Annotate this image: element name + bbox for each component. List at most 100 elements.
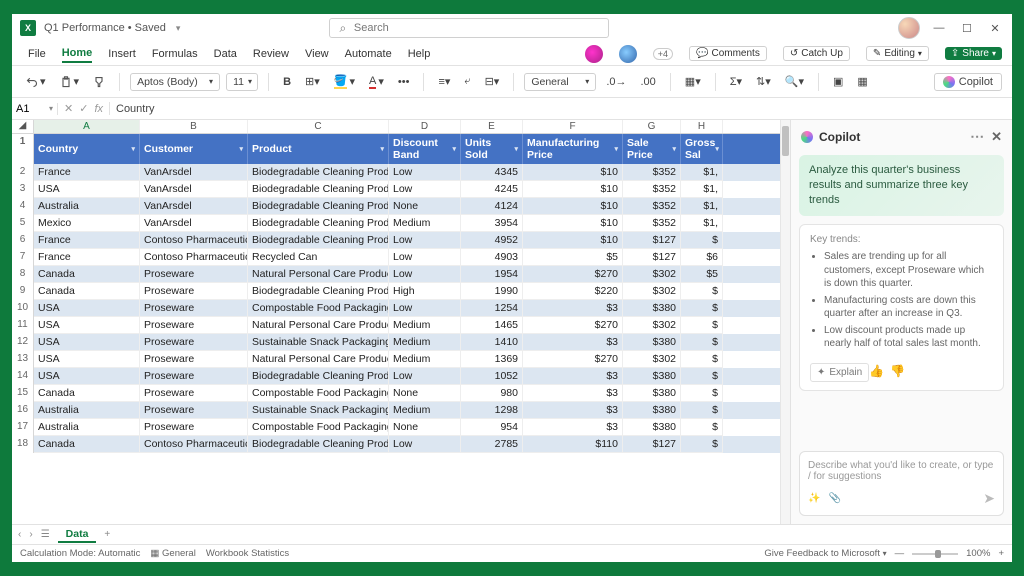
data-cell[interactable]: Recycled Can (248, 249, 389, 266)
thumbs-down-button[interactable]: 👎 (890, 363, 905, 379)
data-cell[interactable]: Proseware (140, 402, 248, 419)
data-cell[interactable]: None (389, 198, 461, 215)
tab-next-button[interactable]: › (29, 529, 32, 540)
data-cell[interactable]: $1, (681, 198, 723, 215)
sheet-body[interactable]: 1Country▾Customer▾Product▾Discount Band▾… (12, 134, 780, 524)
data-cell[interactable]: Proseware (140, 334, 248, 351)
data-cell[interactable]: Low (389, 232, 461, 249)
data-cell[interactable]: Low (389, 300, 461, 317)
data-cell[interactable]: $3 (523, 385, 623, 402)
attach-button[interactable]: 📎 (828, 493, 840, 504)
data-cell[interactable]: $ (681, 368, 723, 385)
formula-input[interactable]: Country (110, 103, 1012, 115)
analyze-data-button[interactable]: ▦ (853, 73, 871, 90)
ribbon-tab-home[interactable]: Home (62, 45, 93, 63)
thumbs-up-button[interactable]: 👍 (869, 363, 884, 379)
copilot-button[interactable]: Copilot (934, 73, 1002, 91)
data-cell[interactable]: $127 (623, 436, 681, 453)
filter-icon[interactable]: ▾ (131, 145, 135, 153)
cancel-formula-button[interactable]: ✕ (64, 102, 73, 115)
data-cell[interactable]: Contoso Pharmaceuticals (140, 232, 248, 249)
data-cell[interactable]: $380 (623, 368, 681, 385)
data-cell[interactable]: None (389, 419, 461, 436)
data-cell[interactable]: Sustainable Snack Packaging (248, 402, 389, 419)
data-cell[interactable]: $1, (681, 215, 723, 232)
row-header[interactable]: 4 (12, 198, 34, 215)
data-cell[interactable]: $302 (623, 351, 681, 368)
data-cell[interactable]: $ (681, 283, 723, 300)
editing-mode-button[interactable]: ✎Editing▾ (866, 46, 929, 61)
header-cell[interactable]: Units Sold▾ (461, 134, 523, 164)
data-cell[interactable]: Australia (34, 402, 140, 419)
data-cell[interactable]: Medium (389, 215, 461, 232)
decrease-decimal-button[interactable]: .00 (637, 74, 660, 90)
data-cell[interactable]: Biodegradable Cleaning Products (248, 215, 389, 232)
row-header[interactable]: 15 (12, 385, 34, 402)
filter-icon[interactable]: ▾ (514, 145, 518, 153)
data-cell[interactable]: Australia (34, 419, 140, 436)
col-header-B[interactable]: B (140, 120, 248, 133)
data-cell[interactable]: 1465 (461, 317, 523, 334)
select-all-cell[interactable]: ◢ (12, 120, 34, 133)
data-cell[interactable]: Proseware (140, 368, 248, 385)
row-header[interactable]: 9 (12, 283, 34, 300)
data-cell[interactable]: Proseware (140, 351, 248, 368)
header-cell[interactable]: Discount Band▾ (389, 134, 461, 164)
data-cell[interactable]: Low (389, 249, 461, 266)
data-cell[interactable]: Mexico (34, 215, 140, 232)
data-cell[interactable]: 4245 (461, 181, 523, 198)
presence-user-1[interactable] (585, 45, 603, 63)
ribbon-tab-formulas[interactable]: Formulas (152, 46, 198, 62)
data-cell[interactable]: Biodegradable Cleaning Products (248, 198, 389, 215)
enter-formula-button[interactable]: ✓ (79, 102, 88, 115)
row-header[interactable]: 18 (12, 436, 34, 453)
header-cell[interactable]: Product▾ (248, 134, 389, 164)
data-cell[interactable]: Biodegradable Cleaning Products (248, 436, 389, 453)
data-cell[interactable]: $270 (523, 317, 623, 334)
more-font-button[interactable]: ••• (394, 74, 414, 90)
data-cell[interactable]: Compostable Food Packaging (248, 385, 389, 402)
data-cell[interactable]: 1298 (461, 402, 523, 419)
data-cell[interactable]: Medium (389, 351, 461, 368)
ribbon-tab-help[interactable]: Help (408, 46, 431, 62)
data-cell[interactable]: 980 (461, 385, 523, 402)
data-cell[interactable]: Medium (389, 334, 461, 351)
row-header[interactable]: 3 (12, 181, 34, 198)
name-box[interactable]: A1▾ (12, 103, 58, 115)
data-cell[interactable]: Natural Personal Care Products (248, 351, 389, 368)
title-dropdown-icon[interactable]: ▾ (176, 23, 181, 34)
data-cell[interactable]: $302 (623, 283, 681, 300)
data-cell[interactable]: Canada (34, 283, 140, 300)
data-cell[interactable]: France (34, 232, 140, 249)
data-cell[interactable]: None (389, 385, 461, 402)
col-header-H[interactable]: H (681, 120, 723, 133)
data-cell[interactable]: Canada (34, 436, 140, 453)
fill-color-button[interactable]: 🪣▾ (330, 72, 359, 91)
data-cell[interactable]: $380 (623, 402, 681, 419)
data-cell[interactable]: Compostable Food Packaging (248, 300, 389, 317)
fx-icon[interactable]: fx (94, 103, 103, 115)
data-cell[interactable]: Medium (389, 317, 461, 334)
data-cell[interactable]: Biodegradable Cleaning Products (248, 164, 389, 181)
addins-button[interactable]: ▣ (829, 73, 847, 90)
comments-button[interactable]: 💬Comments (689, 46, 767, 61)
data-cell[interactable]: $ (681, 436, 723, 453)
ribbon-tab-data[interactable]: Data (214, 46, 237, 62)
wrap-text-button[interactable]: ⤶ (460, 73, 474, 90)
data-cell[interactable]: $10 (523, 232, 623, 249)
data-cell[interactable]: $10 (523, 181, 623, 198)
send-button[interactable]: ➤ (983, 490, 995, 507)
filter-icon[interactable]: ▾ (452, 145, 456, 153)
data-cell[interactable]: Canada (34, 266, 140, 283)
scrollbar-thumb[interactable] (782, 126, 789, 156)
sparkle-suggestions-button[interactable]: ✨ (808, 493, 820, 504)
data-cell[interactable]: Sustainable Snack Packaging (248, 334, 389, 351)
number-format-dropdown[interactable]: General▾ (524, 73, 596, 91)
data-cell[interactable]: 4124 (461, 198, 523, 215)
merge-button[interactable]: ⊟▾ (481, 73, 504, 90)
data-cell[interactable]: USA (34, 334, 140, 351)
data-cell[interactable]: Proseware (140, 385, 248, 402)
ribbon-tab-review[interactable]: Review (253, 46, 289, 62)
format-painter-button[interactable] (89, 74, 109, 90)
data-cell[interactable]: $127 (623, 232, 681, 249)
